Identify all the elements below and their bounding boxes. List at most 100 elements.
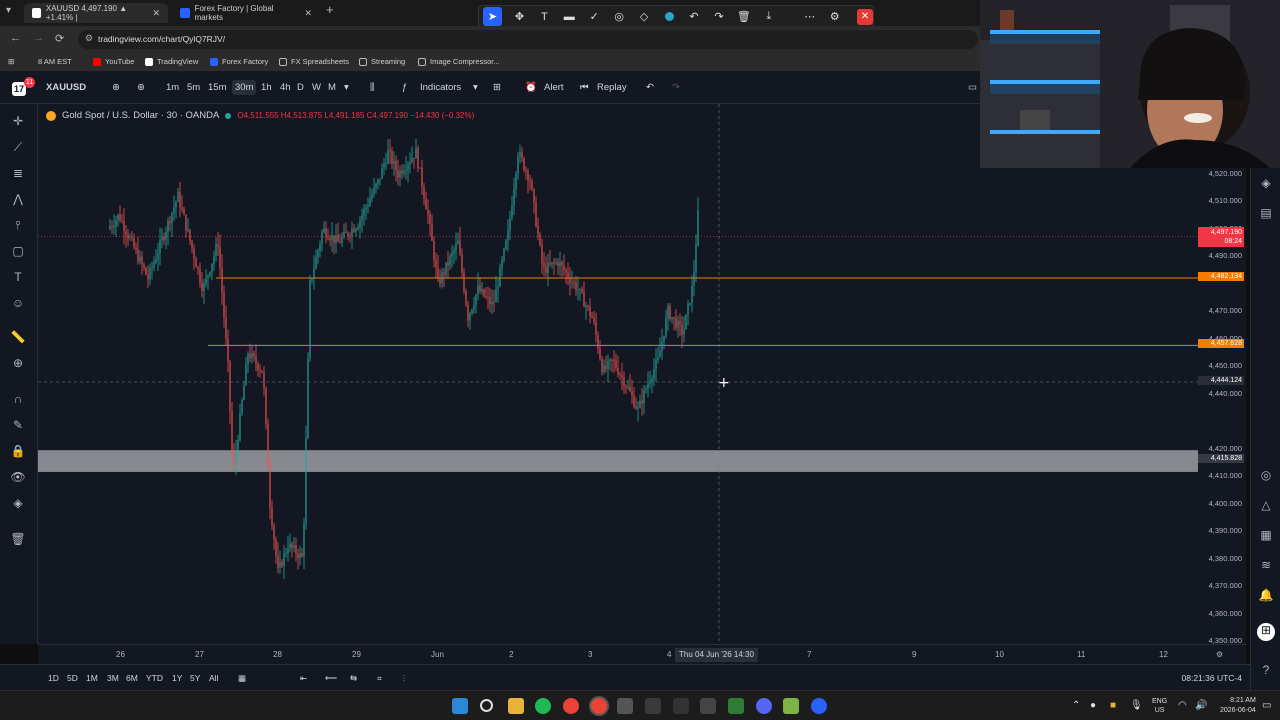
- interval-1m[interactable]: 1m: [166, 82, 179, 93]
- tray-chevron-icon[interactable]: ⌃: [1072, 700, 1080, 711]
- interval-5m[interactable]: 5m: [187, 82, 200, 93]
- bookmark-fx-spreadsheets[interactable]: FX Spreadsheets: [279, 57, 349, 66]
- notifications-icon[interactable]: ▭: [1262, 700, 1271, 711]
- alerts-icon[interactable]: 🔔: [1257, 588, 1275, 606]
- search-icon[interactable]: [480, 699, 493, 712]
- interval-1h[interactable]: 1h: [261, 82, 272, 93]
- icons-tool-icon[interactable]: ☺: [9, 294, 27, 312]
- trend-line-tool-icon[interactable]: ⟋: [9, 138, 27, 156]
- axis-settings-icon[interactable]: ⚙: [1216, 650, 1223, 659]
- calculator-icon[interactable]: [645, 698, 661, 714]
- range-5y[interactable]: 5Y: [190, 673, 200, 683]
- new-tab-button[interactable]: +: [326, 2, 334, 17]
- windows-start-icon[interactable]: [452, 698, 468, 714]
- geometric-shapes-icon[interactable]: ▢: [9, 242, 27, 260]
- indicators-button[interactable]: Indicators: [420, 82, 461, 93]
- apps-icon[interactable]: ⊞: [1257, 623, 1275, 641]
- compare-icon[interactable]: ⊕: [112, 82, 120, 93]
- trash-icon[interactable]: 🗑: [731, 7, 756, 26]
- layers-icon[interactable]: ◈: [1257, 176, 1275, 194]
- excel-icon[interactable]: [728, 698, 744, 714]
- range-1y[interactable]: 1Y: [172, 673, 182, 683]
- minecraft-icon[interactable]: [783, 698, 799, 714]
- spotify-icon[interactable]: [535, 698, 551, 714]
- crosshair-tool-icon[interactable]: ✛: [9, 112, 27, 130]
- eraser-tool-icon[interactable]: ◇: [632, 7, 657, 26]
- obs-icon[interactable]: [700, 698, 716, 714]
- calendar-icon[interactable]: ▦: [1257, 528, 1275, 546]
- interval-15m[interactable]: 15m: [208, 82, 226, 93]
- range-ytd[interactable]: YTD: [146, 673, 163, 683]
- text-tool-icon[interactable]: T: [532, 7, 557, 26]
- chrome-icon[interactable]: [563, 698, 579, 714]
- move-tool-icon[interactable]: ✥: [507, 7, 532, 26]
- undo-icon[interactable]: ↶: [682, 7, 707, 26]
- terminal-icon[interactable]: [617, 698, 633, 714]
- interval-dropdown-icon[interactable]: ▾: [344, 82, 349, 93]
- utc-clock[interactable]: 08:21:36 UTC-4: [1182, 673, 1242, 683]
- check-tool-icon[interactable]: ✓: [582, 7, 607, 26]
- reload-icon[interactable]: ⟳: [55, 32, 64, 45]
- close-tab-icon[interactable]: ✕: [152, 8, 160, 19]
- chart-type-icon[interactable]: ⫼: [370, 82, 374, 93]
- magnet-icon[interactable]: ∩: [9, 390, 27, 408]
- chart-pane[interactable]: +: [38, 104, 1198, 644]
- bookmark-tradingview[interactable]: TradingView: [145, 57, 198, 66]
- ruler-icon[interactable]: 📏: [9, 328, 27, 346]
- price-axis[interactable]: 4,520.0004,510.0004,500.0004,490.0004,47…: [1198, 168, 1246, 645]
- bookmark-image-compressor[interactable]: Image Compressor...: [418, 57, 500, 66]
- rectangle-tool-icon[interactable]: ▬: [557, 7, 582, 26]
- system-clock[interactable]: 8:21 AM 2026-06-04: [1220, 696, 1256, 716]
- pattern-tool-icon[interactable]: ⋀: [9, 190, 27, 208]
- forward-icon[interactable]: →: [33, 32, 44, 44]
- chrome-active-icon[interactable]: [591, 698, 607, 714]
- signal-icon[interactable]: ≋: [1257, 558, 1275, 576]
- close-tab-icon[interactable]: ✕: [304, 8, 312, 19]
- replay-button[interactable]: Replay: [597, 82, 627, 93]
- range-3m[interactable]: 3M: [107, 673, 119, 683]
- download-icon[interactable]: ⤓: [756, 7, 781, 26]
- target-icon[interactable]: ◎: [1257, 468, 1275, 486]
- discord-icon[interactable]: [756, 698, 772, 714]
- interval-d[interactable]: D: [297, 82, 304, 93]
- bookmark-forexfactory[interactable]: Forex Factory: [210, 57, 268, 66]
- microphone-icon[interactable]: 🎙: [1130, 700, 1143, 711]
- pointer-tool-icon[interactable]: ➤: [483, 7, 502, 26]
- tab-forexfactory[interactable]: Forex Factory | Global markets ✕: [172, 3, 320, 23]
- fib-tool-icon[interactable]: ≣: [9, 164, 27, 182]
- redo-icon[interactable]: ↷: [706, 7, 731, 26]
- add-symbol-icon[interactable]: ⊕: [137, 82, 145, 93]
- interval-30m[interactable]: 30m: [232, 80, 257, 95]
- replay-back-icon[interactable]: ⇤: [300, 673, 307, 684]
- more-icon[interactable]: ⋯: [797, 7, 822, 26]
- text-tool-icon[interactable]: T: [9, 268, 27, 286]
- alert-button[interactable]: Alert: [544, 82, 564, 93]
- range-5d[interactable]: 5D: [67, 673, 78, 683]
- reset-icon[interactable]: ⫶: [403, 673, 405, 684]
- volume-icon[interactable]: 🔊: [1195, 700, 1207, 711]
- ideas-icon[interactable]: △: [1257, 498, 1275, 516]
- bookmark-streaming[interactable]: Streaming: [359, 57, 405, 66]
- drawing-mode-icon[interactable]: ✎: [9, 416, 27, 434]
- color-picker-icon[interactable]: [657, 7, 682, 26]
- scroll-icon[interactable]: ⟵: [325, 673, 337, 684]
- range-all[interactable]: All: [209, 673, 218, 683]
- target-tool-icon[interactable]: ◎: [607, 7, 632, 26]
- tab-tradingview[interactable]: XAUUSD 4,497.190 ▲ +1.41% | ✕: [24, 3, 168, 23]
- capcut-icon[interactable]: [673, 698, 689, 714]
- help-icon[interactable]: ?: [1257, 663, 1275, 681]
- zoom-icon[interactable]: [811, 698, 827, 714]
- symbol-search[interactable]: XAUUSD: [46, 82, 86, 93]
- apps-icon[interactable]: ⊞: [8, 57, 14, 66]
- wifi-icon[interactable]: ◠: [1178, 700, 1187, 711]
- zoom-icon[interactable]: ⊕: [9, 354, 27, 372]
- fit-icon[interactable]: ⌗: [377, 673, 382, 684]
- back-icon[interactable]: ←: [10, 32, 21, 44]
- tab-list-icon[interactable]: ▾: [6, 5, 11, 16]
- trash-icon[interactable]: 🗑: [9, 530, 27, 548]
- language-indicator[interactable]: ENG US: [1152, 697, 1167, 715]
- bookmark-8am[interactable]: 8 AM EST: [38, 57, 72, 66]
- undo-icon[interactable]: ↶: [646, 82, 654, 93]
- close-annotation-button[interactable]: ✕: [857, 8, 874, 25]
- range-1d[interactable]: 1D: [48, 673, 59, 683]
